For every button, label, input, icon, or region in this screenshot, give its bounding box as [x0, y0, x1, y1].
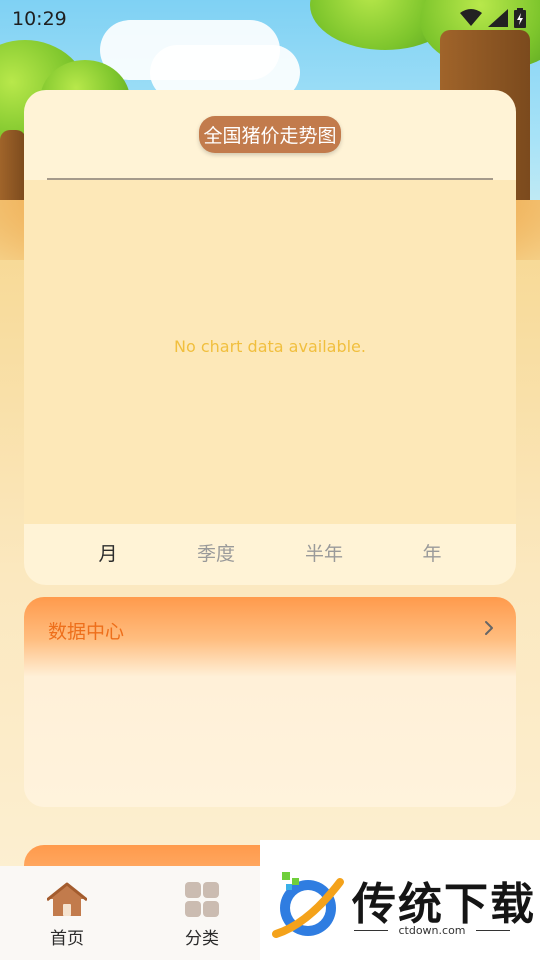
nav-category[interactable]: 分类 — [162, 882, 242, 949]
status-bar: 10:29 — [0, 0, 540, 38]
divider — [476, 930, 510, 931]
chart-empty-message: No chart data available. — [174, 336, 366, 356]
status-icons — [460, 8, 526, 28]
tab-half-year[interactable]: 半年 — [270, 524, 378, 585]
tab-quarter[interactable]: 季度 — [162, 524, 270, 585]
status-time: 10:29 — [12, 8, 67, 30]
data-center-title: 数据中心 — [48, 621, 125, 643]
tab-month[interactable]: 月 — [54, 524, 162, 585]
wifi-icon — [460, 9, 482, 26]
data-center-header[interactable]: 数据中心 — [24, 597, 516, 663]
nav-category-label: 分类 — [185, 929, 219, 949]
nav-home[interactable]: 首页 — [27, 882, 107, 949]
data-center-card: 数据中心 — [24, 597, 516, 807]
ctdown-logo-icon — [272, 872, 344, 938]
chart-title-wrap: 全国猪价走势图 — [24, 116, 516, 153]
tab-year[interactable]: 年 — [378, 524, 486, 585]
chart-title: 全国猪价走势图 — [199, 116, 341, 153]
nav-home-label: 首页 — [50, 929, 84, 949]
watermark: 传统下载 ctdown.com — [260, 840, 540, 960]
battery-icon — [514, 8, 526, 28]
signal-icon — [488, 9, 508, 27]
grid-icon — [185, 882, 219, 917]
chart-area: No chart data available. — [24, 180, 516, 524]
home-icon — [46, 882, 88, 916]
price-trend-card: 全国猪价走势图 No chart data available. 月 季度 半年… — [24, 90, 516, 585]
watermark-brand: 传统下载 — [352, 879, 536, 930]
chevron-right-icon — [485, 621, 493, 635]
period-tabs: 月 季度 半年 年 — [24, 524, 516, 585]
